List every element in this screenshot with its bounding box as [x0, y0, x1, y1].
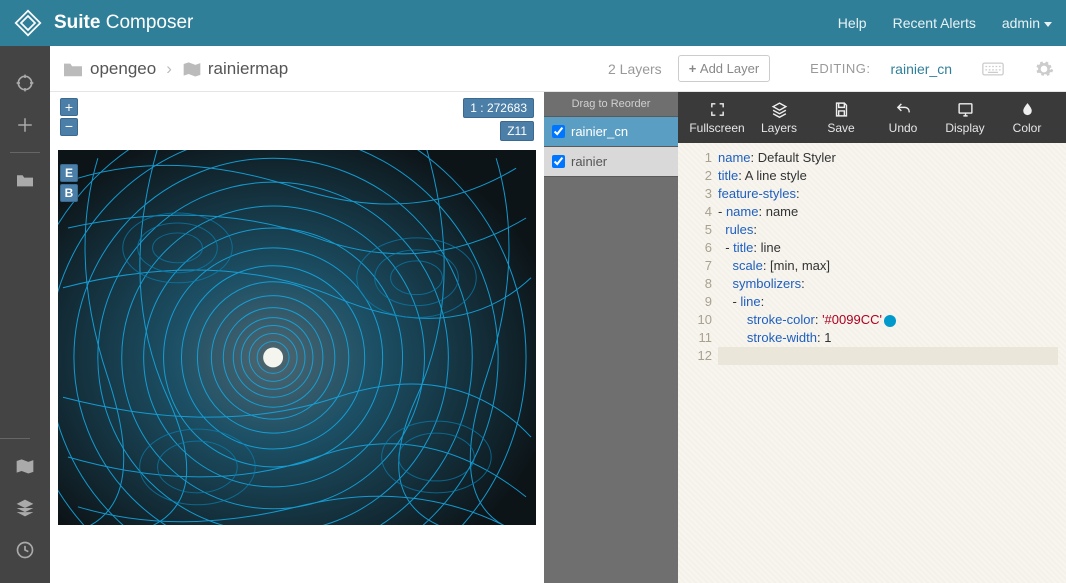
main-columns: + − E B 1 : 272683 Z11	[50, 92, 1066, 583]
topbar: Suite Composer Help Recent Alerts admin	[0, 0, 1066, 46]
map-panel: + − E B 1 : 272683 Z11	[50, 92, 544, 583]
add-layer-button[interactable]: + Add Layer	[678, 55, 770, 82]
editor-toolbar: Fullscreen Layers Save Undo Display Colo…	[678, 92, 1066, 143]
layers-reorder-panel: Drag to Reorder rainier_cnrainier	[544, 92, 678, 583]
rail-layers-icon[interactable]	[0, 487, 50, 529]
editing-label: EDITING:	[810, 61, 870, 76]
display-button[interactable]: Display	[934, 101, 996, 135]
nav-user-menu[interactable]: admin	[1002, 15, 1052, 31]
map-controls-tl: + − E B	[60, 98, 78, 202]
nav-help[interactable]: Help	[838, 15, 867, 31]
map-controls-tr: 1 : 272683 Z11	[463, 98, 534, 144]
map-canvas[interactable]	[58, 150, 536, 525]
zoom-in-button[interactable]: +	[60, 98, 78, 116]
layers-button[interactable]: Layers	[748, 101, 810, 135]
layer-checkbox[interactable]	[552, 125, 565, 138]
zoom-out-button[interactable]: −	[60, 118, 78, 136]
scale-badge: 1 : 272683	[463, 98, 534, 118]
rail-add-icon[interactable]	[0, 104, 50, 146]
breadcrumb-bar: opengeo › rainiermap 2 Layers + Add Laye…	[50, 46, 1066, 92]
layers-count: 2 Layers	[608, 61, 662, 77]
rail-map-icon[interactable]	[0, 445, 50, 487]
map-b-button[interactable]: B	[60, 184, 78, 202]
save-button[interactable]: Save	[810, 101, 872, 135]
crumb-sep: ›	[166, 59, 172, 79]
zoom-badge: Z11	[500, 121, 534, 141]
color-swatch[interactable]	[884, 315, 896, 327]
editing-value: rainier_cn	[891, 61, 952, 77]
rail-target-icon[interactable]	[0, 62, 50, 104]
keyboard-icon[interactable]	[982, 62, 1004, 76]
layer-item[interactable]: rainier	[544, 147, 678, 177]
folder-icon	[62, 60, 84, 78]
left-rail	[0, 46, 50, 583]
color-button[interactable]: Color	[996, 101, 1058, 135]
layer-label: rainier_cn	[571, 124, 628, 139]
caret-down-icon	[1044, 22, 1052, 27]
editor-panel: Fullscreen Layers Save Undo Display Colo…	[678, 92, 1066, 583]
rail-folder-icon[interactable]	[0, 159, 50, 201]
map-e-button[interactable]: E	[60, 164, 78, 182]
gear-icon[interactable]	[1034, 59, 1054, 79]
map-icon	[182, 60, 202, 78]
undo-button[interactable]: Undo	[872, 101, 934, 135]
layer-label: rainier	[571, 154, 607, 169]
layer-checkbox[interactable]	[552, 155, 565, 168]
rail-history-icon[interactable]	[0, 529, 50, 571]
layer-item[interactable]: rainier_cn	[544, 117, 678, 147]
app-title: Suite Composer	[54, 12, 193, 34]
crumb-map[interactable]: rainiermap	[208, 59, 288, 79]
layers-reorder-header: Drag to Reorder	[544, 92, 678, 117]
nav-recent-alerts[interactable]: Recent Alerts	[893, 15, 976, 31]
crumb-workspace[interactable]: opengeo	[90, 59, 156, 79]
code-editor[interactable]: 123456789101112 name: Default Stylertitl…	[678, 143, 1066, 583]
fullscreen-button[interactable]: Fullscreen	[686, 101, 748, 135]
app-logo-icon	[14, 9, 42, 37]
